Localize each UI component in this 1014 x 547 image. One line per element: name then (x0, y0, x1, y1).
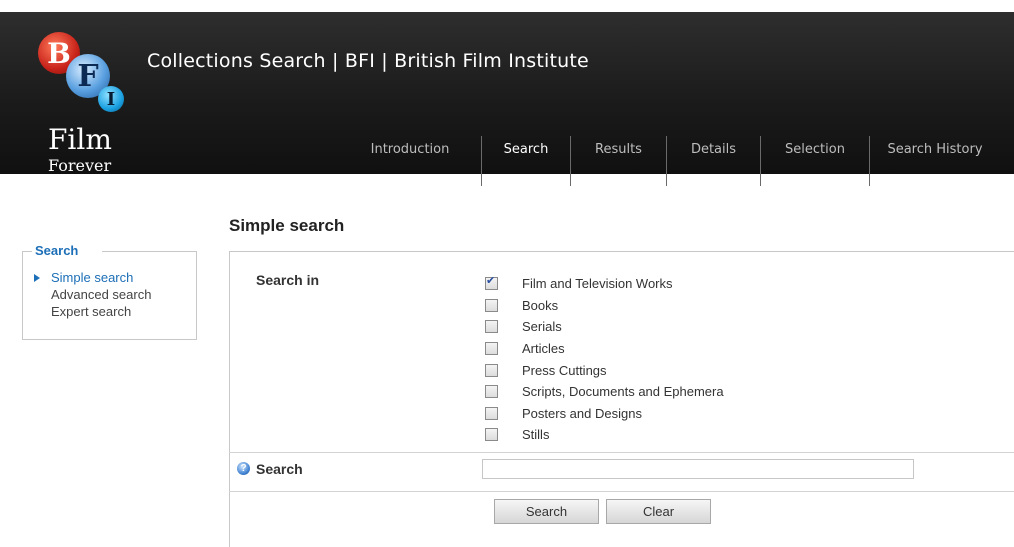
search-input[interactable] (482, 459, 914, 479)
source-checkbox-articles[interactable] (485, 342, 498, 356)
source-option: Serials (485, 316, 724, 338)
source-checkbox-scripts[interactable] (485, 385, 498, 399)
source-label: Books (522, 297, 559, 313)
source-label: Stills (522, 427, 550, 443)
source-checkbox-stills[interactable] (485, 428, 498, 442)
sidebar-links: Simple search Advanced search Expert sea… (51, 269, 151, 320)
row-divider (229, 491, 1014, 492)
source-option: Posters and Designs (485, 403, 724, 425)
row-divider (229, 452, 1014, 453)
source-label: Articles (522, 341, 565, 357)
source-checkbox-press-cuttings[interactable] (485, 363, 498, 377)
main-nav: Introduction Search Results Details Sele… (0, 124, 1014, 186)
panel-border-top (229, 251, 1014, 252)
source-label: Press Cuttings (522, 362, 607, 378)
source-option: Film and Television Works (485, 273, 724, 295)
sidebar-link-expert-search[interactable]: Expert search (51, 303, 151, 320)
sidebar-link-simple-search[interactable]: Simple search (51, 269, 151, 286)
nav-search-history[interactable]: Search History (870, 124, 1000, 174)
search-in-label: Search in (256, 272, 320, 288)
nav-details[interactable]: Details (667, 124, 760, 174)
site-title: Collections Search | BFI | British Film … (147, 50, 589, 72)
source-checkbox-list: Film and Television Works Books Serials … (485, 273, 724, 446)
page-title: Simple search (229, 216, 345, 235)
source-option: Scripts, Documents and Ephemera (485, 381, 724, 403)
help-icon[interactable]: ? (237, 462, 250, 475)
search-label: Search (256, 461, 303, 477)
search-button[interactable]: Search (494, 499, 599, 524)
source-option: Books (485, 295, 724, 317)
source-label: Film and Television Works (522, 276, 673, 292)
source-label: Posters and Designs (522, 405, 642, 421)
source-checkbox-posters[interactable] (485, 406, 498, 420)
source-label: Scripts, Documents and Ephemera (522, 384, 724, 400)
nav-selection[interactable]: Selection (761, 124, 869, 174)
source-option: Press Cuttings (485, 359, 724, 381)
top-strip (0, 0, 1014, 12)
clear-button[interactable]: Clear (606, 499, 711, 524)
panel-border-left (229, 251, 230, 547)
source-checkbox-film-tv[interactable] (485, 274, 498, 291)
nav-introduction[interactable]: Introduction (355, 124, 465, 174)
source-label: Serials (522, 319, 562, 335)
logo-letter-i: I (98, 86, 124, 112)
source-option: Articles (485, 338, 724, 360)
source-option: Stills (485, 424, 724, 446)
source-checkbox-serials[interactable] (485, 320, 498, 334)
source-checkbox-books[interactable] (485, 298, 498, 312)
nav-results[interactable]: Results (571, 124, 666, 174)
nav-search[interactable]: Search (482, 124, 570, 174)
current-item-arrow-icon (34, 274, 40, 282)
site-header: B F I Film Forever Collections Search | … (0, 12, 1014, 186)
sidebar-link-advanced-search[interactable]: Advanced search (51, 286, 151, 303)
